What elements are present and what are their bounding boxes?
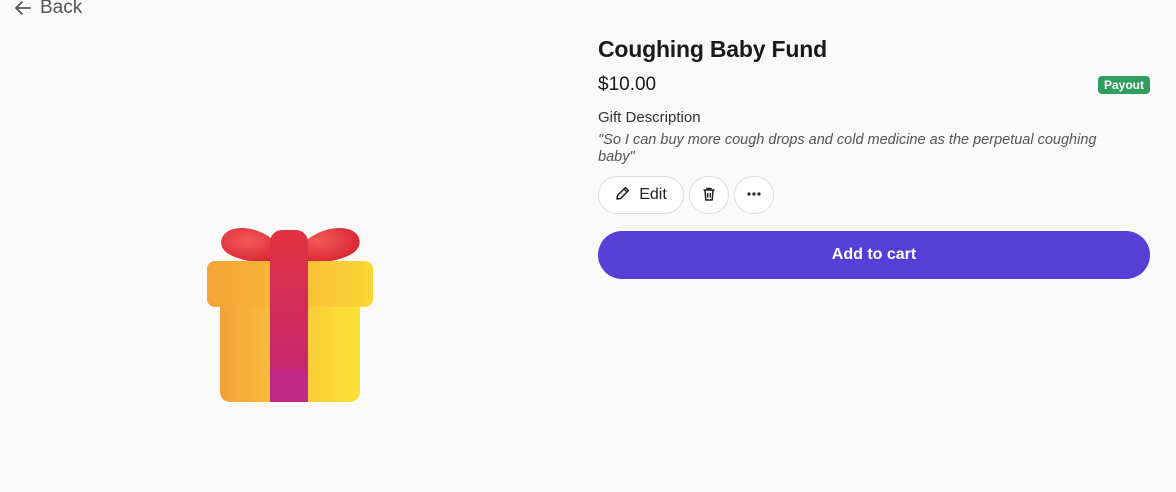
gift-icon [200,220,380,410]
more-horizontal-icon [746,186,762,205]
price-row: $10.00 Payout [598,73,1150,97]
edit-label: Edit [639,186,667,203]
product-price: $10.00 [598,74,657,95]
description-label: Gift Description [598,109,701,126]
gift-description: "So I can buy more cough drops and cold … [598,132,1097,165]
product-title: Coughing Baby Fund [598,36,827,62]
add-to-cart-button[interactable]: Add to cart [598,231,1150,279]
back-link[interactable]: Back [14,0,82,19]
delete-button[interactable] [689,176,729,214]
payout-badge: Payout [1097,76,1150,94]
product-details: Coughing Baby Fund $10.00 Payout Gift De… [598,34,1150,279]
edit-button[interactable]: Edit [598,176,684,214]
pencil-icon [615,185,631,206]
more-options-button[interactable] [734,176,774,214]
action-row: Edit [598,176,1150,214]
back-label: Back [40,0,83,18]
arrow-left-icon [14,0,32,17]
trash-icon [701,186,717,205]
